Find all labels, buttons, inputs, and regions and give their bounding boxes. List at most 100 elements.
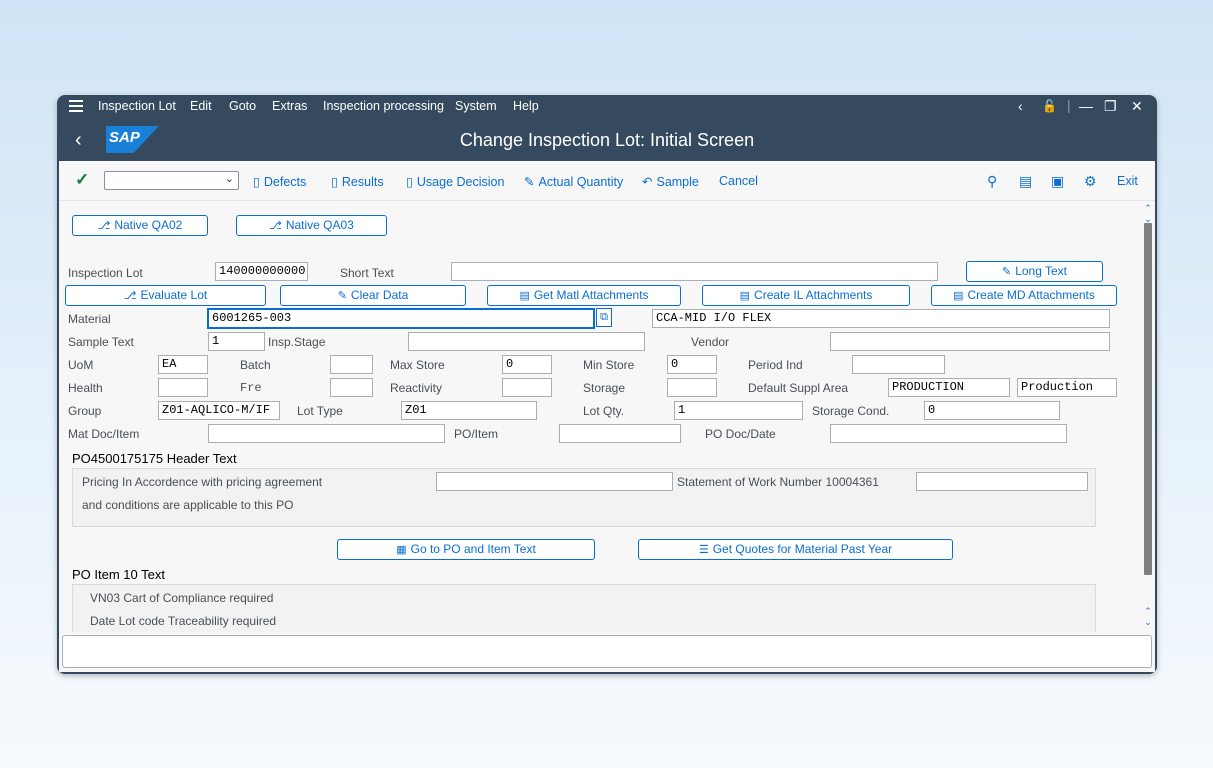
close-icon[interactable]: ✕ [1131, 98, 1143, 115]
po-header-line3: and conditions are applicable to this PO [82, 498, 294, 512]
lot-type-field[interactable]: Z01 [401, 401, 537, 420]
search-icon[interactable]: ⚲ [987, 173, 997, 190]
collapse-chevron-icon[interactable]: ‹ [1018, 98, 1023, 114]
create-il-attachments-button[interactable]: ▤ Create IL Attachments [702, 285, 910, 306]
document-icon: ▯ [253, 175, 260, 189]
defects-label: Defects [263, 175, 307, 189]
attachment-icon: ▤ [953, 290, 964, 302]
storage-cond-label: Storage Cond. [812, 404, 890, 418]
inspection-lot-field[interactable]: 140000000000 [215, 262, 308, 281]
period-ind-field[interactable] [852, 355, 945, 374]
po-header-line2-field[interactable] [916, 472, 1088, 491]
screen-icon[interactable]: ▣ [1051, 173, 1064, 190]
batch-field[interactable] [330, 355, 373, 374]
batch-label: Batch [240, 358, 271, 372]
sample-text-field[interactable]: 1 [208, 332, 265, 351]
chevron-down-icon: ⌄ [224, 173, 234, 185]
menu-extras[interactable]: Extras [272, 99, 307, 113]
get-quotes-button[interactable]: ☰ Get Quotes for Material Past Year [638, 539, 953, 560]
maximize-icon[interactable]: ❐ [1104, 98, 1117, 115]
po-item-label: PO/Item [454, 427, 499, 441]
group-field[interactable]: Z01-AQLICO-M/IF [158, 401, 280, 420]
clear-data-button[interactable]: ✎ Clear Data [280, 285, 466, 306]
create-md-attachments-button[interactable]: ▤ Create MD Attachments [931, 285, 1117, 306]
menu-goto[interactable]: Goto [229, 99, 256, 113]
native-qa02-button[interactable]: ⎇ Native QA02 [72, 215, 208, 236]
fre-label: Fre [240, 381, 262, 395]
lock-icon[interactable]: 🔓 [1042, 99, 1057, 113]
menu-system[interactable]: System [455, 99, 497, 113]
page-title: Change Inspection Lot: Initial Screen [459, 130, 755, 150]
uom-field[interactable]: EA [158, 355, 208, 374]
evaluate-lot-button[interactable]: ⎇ Evaluate Lot [65, 285, 266, 306]
usage-decision-button[interactable]: ▯ Usage Decision [406, 174, 504, 189]
default-suppl-area-field[interactable]: PRODUCTION [888, 378, 1010, 397]
storage-cond-field[interactable]: 0 [924, 401, 1060, 420]
menu-inspection-lot[interactable]: Inspection Lot [98, 99, 176, 113]
scroll-up-icon[interactable]: ⌃ ⌄ [1143, 203, 1153, 225]
lot-qty-field[interactable]: 1 [674, 401, 803, 420]
period-ind-label: Period Ind [748, 358, 803, 372]
native-qa03-button[interactable]: ⎇ Native QA03 [236, 215, 387, 236]
settings-icon[interactable]: ⚙ [1084, 173, 1097, 190]
get-matl-attachments-button[interactable]: ▤ Get Matl Attachments [487, 285, 681, 306]
pencil-icon: ✎ [524, 175, 535, 189]
sample-label: Sample [656, 175, 699, 189]
long-text-button[interactable]: ✎ Long Text [966, 261, 1103, 282]
window-icon[interactable]: ▤ [1019, 173, 1032, 190]
scroll-down-icon[interactable]: ⌃ ⌄ [1143, 606, 1153, 628]
actual-quantity-label: Actual Quantity [538, 175, 624, 189]
vendor-label: Vendor [691, 335, 730, 349]
status-bar [62, 635, 1152, 668]
po-header-panel: Pricing In Accordence with pricing agree… [72, 468, 1096, 527]
reactivity-label: Reactivity [390, 381, 443, 395]
list-icon: ☰ [698, 544, 709, 556]
mat-doc-item-field[interactable] [208, 424, 445, 443]
material-label: Material [68, 312, 111, 326]
lot-type-label: Lot Type [297, 404, 343, 418]
po-item-field[interactable] [559, 424, 681, 443]
actual-quantity-button[interactable]: ✎ Actual Quantity [524, 174, 623, 189]
defects-button[interactable]: ▯ Defects [253, 174, 306, 189]
default-suppl-area-description: Production [1017, 378, 1117, 397]
go-to-po-button[interactable]: ▦ Go to PO and Item Text [337, 539, 595, 560]
max-store-field[interactable]: 0 [502, 355, 552, 374]
minimize-icon[interactable]: — [1079, 98, 1093, 114]
insp-stage-field[interactable] [408, 332, 645, 351]
menu-edit[interactable]: Edit [190, 99, 212, 113]
get-matl-attachments-label: Get Matl Attachments [533, 288, 649, 302]
vendor-field[interactable] [830, 332, 1110, 351]
reactivity-field[interactable] [502, 378, 552, 397]
po-header-title: PO4500175175 Header Text [72, 451, 237, 466]
hamburger-menu-icon[interactable] [69, 100, 83, 112]
po-doc-date-field[interactable] [830, 424, 1067, 443]
application-toolbar: ✓ ⌄ ▯ Defects ▯ Results ▯ Usage Decision ✎ A… [59, 161, 1155, 201]
min-store-field[interactable]: 0 [667, 355, 717, 374]
command-field-dropdown[interactable]: ⌄ [104, 171, 239, 190]
enter-check-icon[interactable]: ✓ [75, 170, 89, 190]
sample-button[interactable]: ↶ Sample [642, 174, 699, 189]
sap-window: Inspection Lot Edit Goto Extras Inspecti… [57, 95, 1157, 674]
short-text-field[interactable] [451, 262, 938, 281]
po-header-line2: Statement of Work Number 10004361 [677, 475, 879, 489]
min-store-label: Min Store [583, 358, 635, 372]
po-header-line1-field[interactable] [436, 472, 673, 491]
po-item-line2: Date Lot code Traceability required [90, 614, 277, 628]
results-button[interactable]: ▯ Results [331, 174, 384, 189]
scroll-thumb[interactable] [1144, 223, 1152, 575]
health-field[interactable] [158, 378, 208, 397]
storage-label: Storage [583, 381, 626, 395]
exit-button[interactable]: Exit [1117, 174, 1138, 188]
insp-stage-label: Insp.Stage [268, 335, 326, 349]
menu-inspection-processing[interactable]: Inspection processing [323, 99, 444, 113]
long-text-label: Long Text [1015, 264, 1068, 278]
vertical-scrollbar[interactable]: ⌃ ⌄ ⌃ ⌄ [1143, 203, 1153, 628]
material-field[interactable]: 6001265-003 [208, 309, 594, 328]
storage-field[interactable] [667, 378, 717, 397]
cancel-button[interactable]: Cancel [719, 174, 758, 188]
hierarchy-icon: ⎇ [269, 220, 282, 232]
fre-field[interactable] [330, 378, 373, 397]
short-text-label: Short Text [340, 266, 394, 280]
menu-help[interactable]: Help [513, 99, 539, 113]
value-help-icon[interactable]: ⧉ [596, 308, 612, 327]
